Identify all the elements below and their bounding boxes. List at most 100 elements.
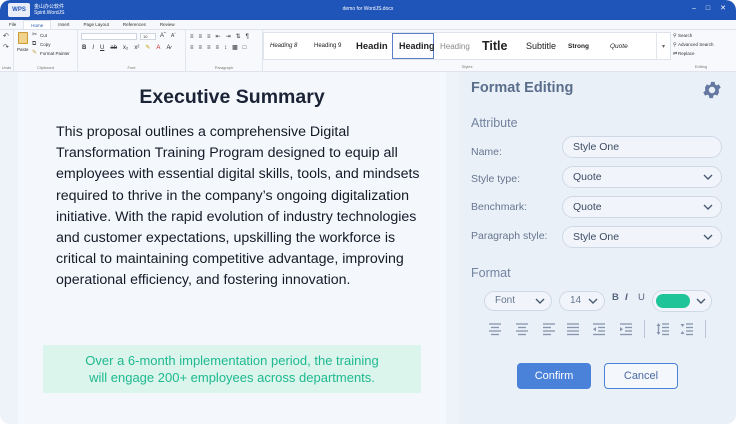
- align-left-icon[interactable]: ≡: [190, 44, 194, 52]
- paragraph-style-select[interactable]: Style One: [562, 226, 722, 248]
- document-body: This proposal outlines a comprehensive D…: [56, 124, 420, 289]
- superscript-icon[interactable]: x²: [134, 44, 139, 52]
- editing-group-label: Editing: [694, 64, 708, 69]
- style-heading-9[interactable]: Heading 9: [308, 33, 350, 59]
- style-title[interactable]: Title: [476, 33, 520, 59]
- replace-icon: ⇄: [673, 51, 678, 57]
- attribute-heading: Attribute: [471, 116, 518, 130]
- tab-references[interactable]: References: [116, 20, 153, 29]
- confirm-button[interactable]: Confirm: [517, 363, 591, 389]
- font-group-label: Font: [127, 65, 136, 70]
- style-subtitle[interactable]: Subtitle: [520, 33, 562, 59]
- minimize-icon[interactable]: –: [692, 5, 696, 13]
- cancel-button[interactable]: Cancel: [604, 363, 678, 389]
- name-input[interactable]: Style One: [562, 136, 722, 158]
- name-label: Name:: [471, 146, 502, 158]
- format-painter-icon: ✎: [32, 50, 38, 56]
- highlight-callout: Over a 6-month implementation period, th…: [43, 345, 421, 393]
- font-select-value: Font: [495, 295, 516, 306]
- undo-icon[interactable]: ↶: [3, 33, 9, 41]
- font-color-icon[interactable]: A: [156, 44, 160, 52]
- styles-gallery: Heading 8 Heading 9 Headin Heading Headi…: [263, 32, 671, 60]
- tab-insert[interactable]: Insert: [51, 20, 76, 29]
- maximize-icon[interactable]: □: [706, 5, 710, 13]
- underline-button[interactable]: U: [638, 292, 645, 303]
- justify-icon[interactable]: [566, 322, 580, 336]
- shrink-font-icon[interactable]: Aˇ: [171, 32, 176, 40]
- name-input-value: Style One: [573, 141, 620, 153]
- cut-button[interactable]: Cut: [40, 33, 47, 38]
- decrease-indent-icon[interactable]: [592, 322, 606, 336]
- styles-group-label: Styles: [461, 64, 473, 69]
- underline-icon[interactable]: U: [100, 44, 104, 52]
- justify-icon[interactable]: ≡: [216, 44, 220, 52]
- paragraph-group-label: Paragraph: [214, 65, 234, 70]
- style-type-select[interactable]: Quote: [562, 166, 722, 188]
- copy-icon: ⧉: [32, 41, 37, 47]
- style-heading-3[interactable]: Heading: [434, 33, 476, 59]
- close-icon[interactable]: ✕: [720, 5, 726, 13]
- window-controls: – □ ✕: [692, 5, 726, 13]
- app-window: WPS 金山办公软件 Spirit.WordJS demo for WordJS…: [0, 0, 736, 424]
- styles-more-icon[interactable]: ▾: [656, 33, 670, 59]
- format-editing-panel: Format Editing Attribute Name: Style One…: [459, 72, 736, 424]
- style-strong[interactable]: Strong: [562, 33, 604, 59]
- search-button[interactable]: Search: [678, 33, 692, 38]
- style-heading-2[interactable]: Heading: [392, 33, 435, 59]
- bullet-list-icon[interactable]: ≡: [190, 33, 194, 41]
- strikethrough-icon[interactable]: ab: [110, 44, 117, 52]
- numbered-list-icon[interactable]: ≡: [199, 33, 203, 41]
- ribbon: ↶ ↷ Undo Paste ✂ Cut ⧉ Copy ✎ Format Pai…: [0, 30, 736, 72]
- align-center-icon[interactable]: [515, 322, 529, 336]
- copy-button[interactable]: Copy: [40, 42, 51, 47]
- benchmark-select[interactable]: Quote: [562, 196, 722, 218]
- justify-left-icon[interactable]: [488, 322, 502, 336]
- highlight-icon[interactable]: ✎: [145, 44, 150, 52]
- borders-icon[interactable]: □: [243, 44, 247, 52]
- decrease-indent-icon[interactable]: ⇤: [216, 33, 221, 41]
- format-painter-button[interactable]: Format Painter: [40, 51, 70, 56]
- document-page[interactable]: Executive Summary This proposal outlines…: [18, 72, 446, 424]
- advanced-search-button[interactable]: Advanced Search: [678, 42, 714, 47]
- align-right-icon[interactable]: ≡: [207, 44, 211, 52]
- align-center-icon[interactable]: ≡: [199, 44, 203, 52]
- increase-indent-icon[interactable]: ⇥: [226, 33, 231, 41]
- sort-icon[interactable]: ⇅: [236, 33, 241, 41]
- italic-button[interactable]: I: [625, 292, 628, 303]
- tab-home[interactable]: Home: [23, 20, 52, 29]
- font-color-swatch: [656, 294, 690, 308]
- font-size-select[interactable]: 10: [140, 33, 156, 40]
- grow-font-icon[interactable]: Aˆ: [160, 32, 166, 40]
- shading-icon[interactable]: ▩: [232, 44, 238, 52]
- clipboard-group-label: Clipboard: [36, 65, 55, 70]
- multilevel-list-icon[interactable]: ≡: [207, 33, 211, 41]
- paste-button[interactable]: Paste: [17, 47, 29, 52]
- font-color-picker[interactable]: [652, 290, 712, 312]
- subscript-icon[interactable]: x₂: [123, 44, 128, 52]
- redo-icon[interactable]: ↷: [3, 44, 9, 52]
- bold-button[interactable]: B: [612, 292, 619, 303]
- italic-icon[interactable]: I: [92, 44, 94, 52]
- highlight-line-1: Over a 6-month implementation period, th…: [85, 353, 379, 368]
- font-size-select-panel[interactable]: 14: [559, 291, 605, 311]
- style-heading-8[interactable]: Heading 8: [264, 33, 308, 59]
- tab-file[interactable]: File: [2, 20, 23, 29]
- style-quote[interactable]: Quote: [604, 33, 656, 59]
- paste-icon[interactable]: [18, 32, 28, 44]
- paragraph-spacing-after-icon[interactable]: [680, 322, 694, 336]
- style-heading-1[interactable]: Headin: [350, 33, 392, 59]
- font-family-select[interactable]: [81, 33, 137, 40]
- line-spacing-icon[interactable]: ↕: [224, 44, 227, 52]
- replace-button[interactable]: Replace: [678, 51, 695, 56]
- increase-indent-icon[interactable]: [619, 322, 633, 336]
- align-left-icon[interactable]: [542, 322, 556, 336]
- chevron-down-icon: [703, 234, 713, 240]
- bold-icon[interactable]: B: [82, 44, 86, 52]
- show-marks-icon[interactable]: ¶: [246, 33, 249, 41]
- clear-format-icon[interactable]: A̷: [166, 44, 170, 52]
- gear-icon[interactable]: [701, 79, 723, 101]
- paragraph-spacing-before-icon[interactable]: [656, 322, 670, 336]
- tab-page-layout[interactable]: Page Layout: [77, 20, 116, 29]
- tab-review[interactable]: Review: [153, 20, 182, 29]
- font-select[interactable]: Font: [484, 291, 552, 311]
